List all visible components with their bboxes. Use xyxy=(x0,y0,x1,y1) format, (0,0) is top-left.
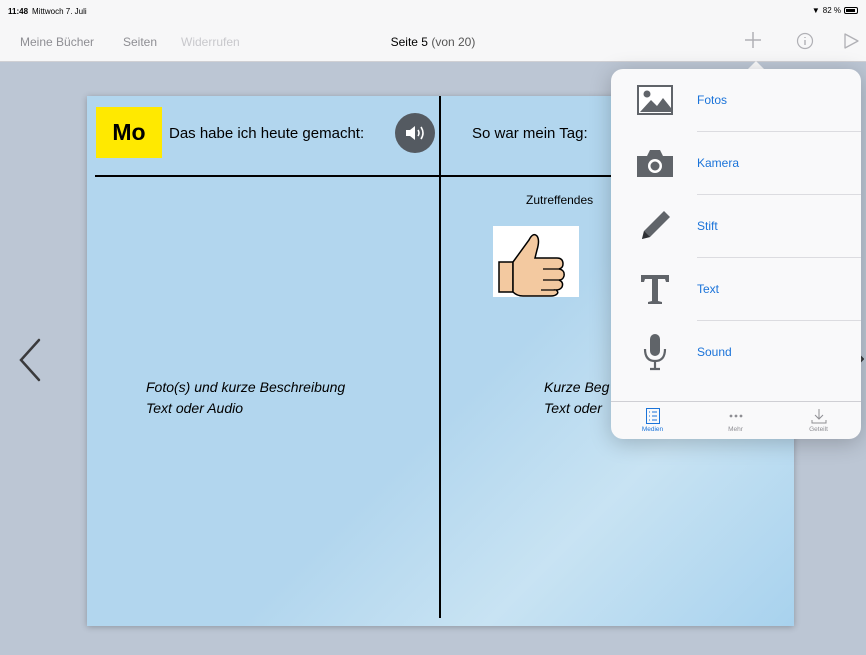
thumbs-up-icon xyxy=(498,233,565,297)
page-title: Seite 5 (von 20) xyxy=(0,35,866,49)
popover-tab-bar: Medien Mehr Geteilt xyxy=(611,401,861,439)
tab-mehr[interactable]: Mehr xyxy=(694,402,777,440)
pencil-icon xyxy=(633,205,677,247)
page-title-main: Seite 5 xyxy=(390,35,428,49)
list-icon xyxy=(611,408,694,424)
status-time: 11:48 xyxy=(8,7,29,16)
heading-left[interactable]: Das habe ich heute gemacht: xyxy=(169,125,364,142)
tab-medien[interactable]: Medien xyxy=(611,402,694,440)
heading-right[interactable]: So war mein Tag: xyxy=(472,125,588,142)
plus-icon[interactable] xyxy=(742,29,764,57)
download-icon xyxy=(777,408,860,424)
speaker-button[interactable] xyxy=(395,113,435,153)
camera-icon xyxy=(633,142,677,184)
menu-item-text[interactable]: Text xyxy=(611,258,861,321)
tab-medien-label: Medien xyxy=(641,426,664,433)
previous-page-button[interactable] xyxy=(15,336,45,384)
menu-item-text-label: Text xyxy=(697,282,720,296)
battery-icon xyxy=(844,7,858,14)
menu-item-kamera-label: Kamera xyxy=(697,156,740,170)
menu-item-fotos-label: Fotos xyxy=(697,93,728,107)
zutreffend-label[interactable]: Zutreffendes xyxy=(526,193,593,207)
wifi-icon: ▼ xyxy=(811,6,820,15)
menu-item-sound-label: Sound xyxy=(697,345,732,359)
status-bar: 11:48 Mittwoch 7. Juli ▼ 82 % xyxy=(0,0,866,22)
menu-item-sound[interactable]: Sound xyxy=(611,321,861,384)
description-left-line1: Foto(s) und kurze Beschreibung xyxy=(146,379,346,395)
description-right[interactable]: Kurze Beg Text oder xyxy=(544,377,609,419)
description-right-line1: Kurze Beg xyxy=(544,379,610,395)
text-icon xyxy=(633,268,677,310)
menu-item-stift-label: Stift xyxy=(697,219,718,233)
status-date: Mittwoch 7. Juli xyxy=(32,7,87,16)
photo-icon xyxy=(633,79,677,121)
description-left[interactable]: Foto(s) und kurze Beschreibung Text oder… xyxy=(146,377,345,419)
thumbs-up-image[interactable] xyxy=(493,226,579,297)
tab-geteilt[interactable]: Geteilt xyxy=(777,402,860,440)
info-icon[interactable] xyxy=(796,32,814,56)
page-title-count: (von 20) xyxy=(431,35,476,49)
description-left-line2: Text oder Audio xyxy=(146,400,244,416)
tab-mehr-label: Mehr xyxy=(728,426,743,433)
microphone-icon xyxy=(633,331,677,373)
insert-media-popover: Fotos Kamera Stift Text Sound Medien Meh… xyxy=(611,69,861,439)
speaker-icon xyxy=(406,126,424,140)
play-icon[interactable] xyxy=(842,32,860,56)
nav-bar: Meine Bücher Seiten Widerrufen Seite 5 (… xyxy=(0,22,866,62)
description-right-line2: Text oder xyxy=(544,400,602,416)
status-indicators: ▼ 82 % xyxy=(812,6,858,15)
weekday-badge[interactable]: Mo xyxy=(96,107,162,158)
more-icon xyxy=(694,408,777,424)
menu-item-fotos[interactable]: Fotos xyxy=(611,69,861,132)
battery-percentage: 82 % xyxy=(822,6,841,15)
menu-item-stift[interactable]: Stift xyxy=(611,195,861,258)
menu-item-kamera[interactable]: Kamera xyxy=(611,132,861,195)
tab-geteilt-label: Geteilt xyxy=(809,426,828,433)
